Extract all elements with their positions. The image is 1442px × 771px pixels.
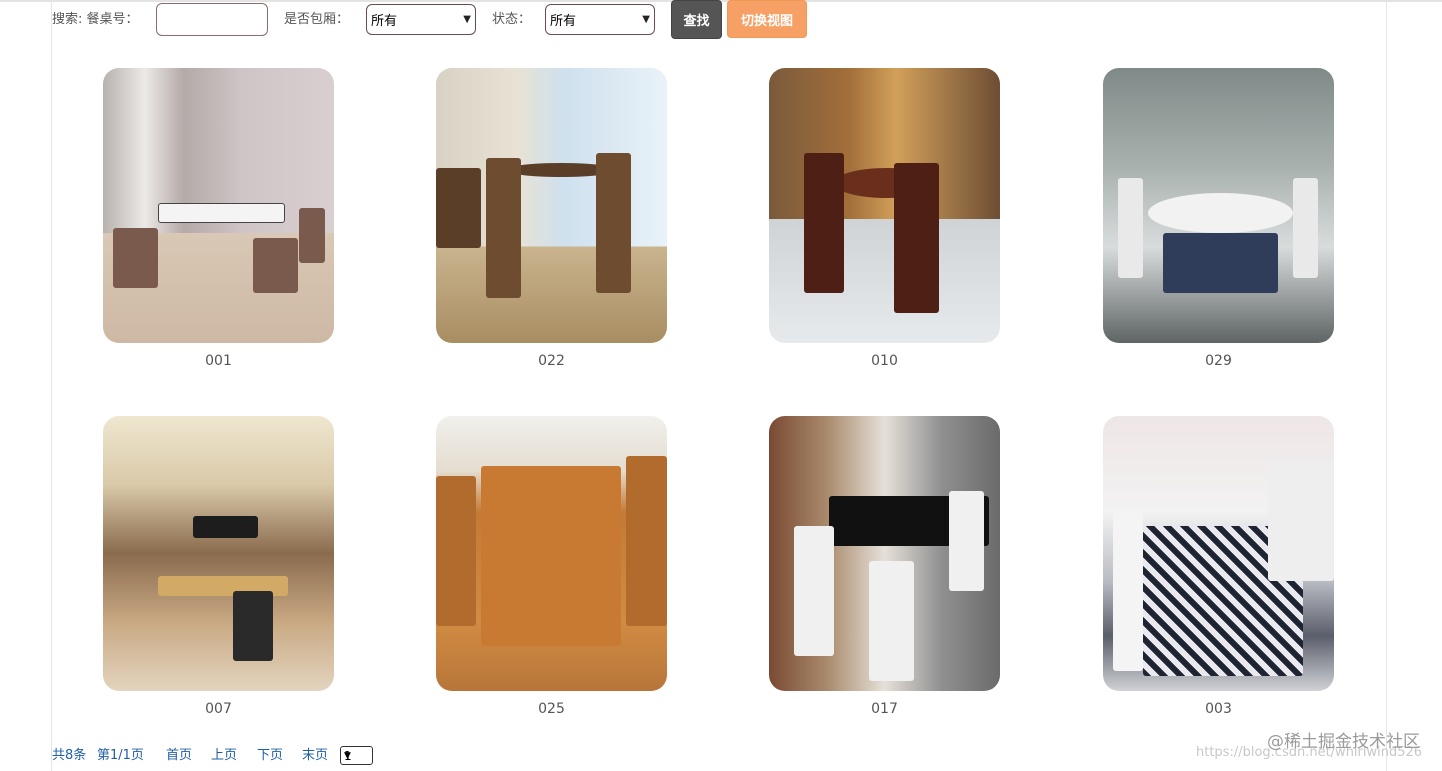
prev-page-link[interactable]: 上页	[211, 747, 237, 765]
table-number-input[interactable]	[156, 3, 268, 36]
first-page-link[interactable]: 首页	[166, 747, 192, 765]
table-card[interactable]: 010	[769, 68, 1000, 369]
table-card[interactable]: 029	[1103, 68, 1334, 369]
table-photo[interactable]	[1103, 416, 1334, 691]
search-button[interactable]: 查找	[671, 0, 722, 39]
table-number: 007	[205, 701, 232, 717]
content-border-right	[1386, 2, 1387, 771]
table-photo[interactable]	[436, 416, 667, 691]
table-number: 025	[538, 701, 565, 717]
status-label: 状态：	[492, 12, 532, 27]
private-room-select[interactable]: 所有 ▼	[366, 4, 476, 35]
watermark: @稀土掘金技术社区	[1267, 732, 1420, 752]
last-page-link[interactable]: 末页	[302, 747, 328, 765]
private-room-label: 是否包厢：	[284, 12, 350, 27]
table-card[interactable]: 007	[103, 416, 334, 717]
next-page-link[interactable]: 下页	[257, 747, 283, 765]
page-select[interactable]: 1 ▼	[340, 746, 373, 765]
chevron-down-icon: ▼	[344, 750, 351, 761]
table-number: 029	[1205, 353, 1232, 369]
table-card[interactable]: 017	[769, 416, 1000, 717]
table-photo[interactable]	[103, 68, 334, 343]
table-number: 010	[871, 353, 898, 369]
private-room-select-value: 所有	[371, 14, 398, 29]
table-photo[interactable]	[1103, 68, 1334, 343]
chevron-down-icon: ▼	[463, 14, 471, 25]
table-photo[interactable]	[436, 68, 667, 343]
table-number: 003	[1205, 701, 1232, 717]
table-card[interactable]: 003	[1103, 416, 1334, 717]
table-number: 022	[538, 353, 565, 369]
status-select[interactable]: 所有 ▼	[545, 4, 655, 35]
total-count: 共8条	[52, 748, 87, 763]
chevron-down-icon: ▼	[642, 14, 650, 25]
table-number: 017	[871, 701, 898, 717]
table-number: 001	[205, 353, 232, 369]
switch-view-button[interactable]: 切换视图	[727, 0, 807, 38]
status-select-value: 所有	[550, 14, 577, 29]
table-photo[interactable]	[769, 416, 1000, 691]
table-card[interactable]: 025	[436, 416, 667, 717]
content-border-left	[51, 2, 52, 771]
table-card[interactable]: 022	[436, 68, 667, 369]
table-card[interactable]: 001	[103, 68, 334, 369]
page-info: 第1/1页	[97, 748, 144, 763]
table-photo[interactable]	[103, 416, 334, 691]
search-label: 搜索: 餐桌号：	[52, 12, 139, 27]
table-photo[interactable]	[769, 68, 1000, 343]
